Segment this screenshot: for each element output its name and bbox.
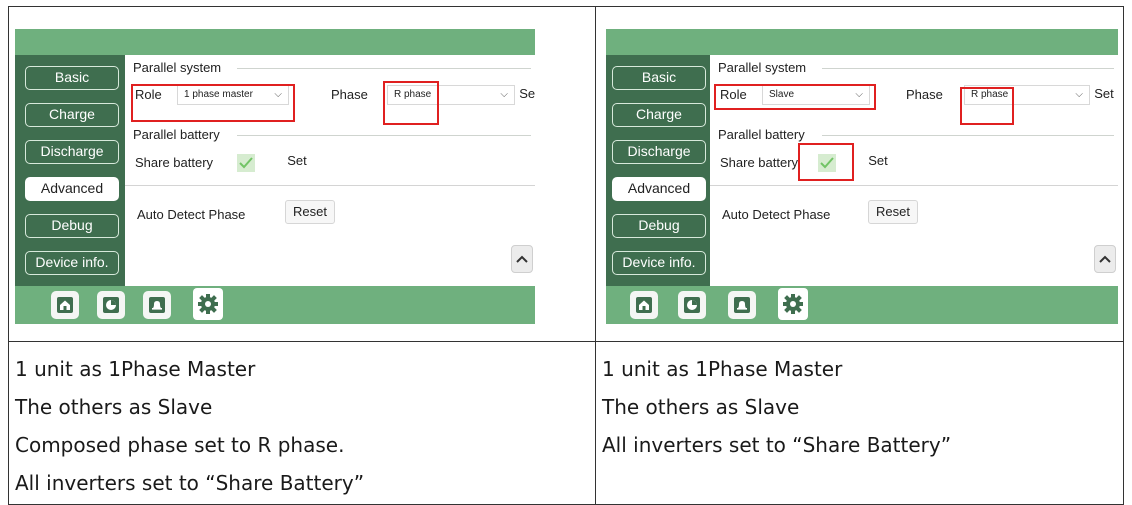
caption-line: 1 unit as 1Phase Master (15, 357, 256, 381)
left-caption-cell: 1 unit as 1Phase Master The others as Sl… (9, 342, 595, 505)
settings-content: Parallel system Role Slave ⌵ Phase R pha… (710, 55, 1118, 286)
right-caption-cell: 1 unit as 1Phase Master The others as Sl… (596, 342, 1125, 505)
sidebar-item-device-info[interactable]: Device info. (25, 251, 119, 275)
caption-list: 1 unit as 1Phase Master The others as Sl… (596, 342, 1125, 464)
settings-content: Parallel system Role 1 phase master ⌵ Ph… (125, 55, 535, 286)
phase-set-button[interactable]: Set (1092, 83, 1116, 107)
phase-set-button[interactable]: Set (517, 83, 535, 107)
share-battery-checkbox[interactable] (237, 154, 255, 172)
highlight-box (383, 81, 439, 125)
battery-set-button[interactable]: Set (860, 150, 896, 174)
sidebar-item-advanced[interactable]: Advanced (612, 177, 706, 201)
caption-list: 1 unit as 1Phase Master The others as Sl… (9, 342, 595, 502)
bottom-nav (606, 286, 1118, 324)
sidebar-item-charge[interactable]: Charge (25, 103, 119, 127)
left-screenshot-cell: Basic Charge Discharge Advanced Debug De… (9, 7, 595, 341)
chevron-up-icon (516, 255, 528, 263)
sidebar-item-device-info[interactable]: Device info. (612, 251, 706, 275)
sidebar: Basic Charge Discharge Advanced Debug De… (606, 55, 710, 286)
phase-label: Phase (906, 87, 943, 102)
home-icon[interactable] (51, 291, 79, 319)
bell-icon[interactable] (728, 291, 756, 319)
caption-line: All inverters set to “Share Battery” (15, 471, 365, 495)
device-screen-left: Basic Charge Discharge Advanced Debug De… (15, 29, 535, 324)
sidebar-item-basic[interactable]: Basic (612, 66, 706, 90)
gear-icon[interactable] (193, 288, 223, 320)
group-line (822, 135, 1114, 136)
scroll-up-button[interactable] (1094, 245, 1116, 273)
highlight-box (960, 87, 1014, 125)
chevron-down-icon: ⌵ (500, 89, 508, 100)
check-icon (239, 157, 253, 169)
group-line (237, 135, 531, 136)
share-battery-label: Share battery (720, 155, 799, 170)
sidebar-item-advanced[interactable]: Advanced (25, 177, 119, 201)
highlight-box (131, 84, 295, 122)
highlight-box (714, 84, 876, 110)
caption-line: Composed phase set to R phase. (15, 433, 345, 457)
top-bar (606, 29, 1118, 55)
auto-detect-label: Auto Detect Phase (137, 207, 246, 222)
divider (125, 185, 535, 186)
parallel-battery-title: Parallel battery (133, 127, 220, 142)
pie-chart-icon[interactable] (678, 291, 706, 319)
sidebar-item-debug[interactable]: Debug (25, 214, 119, 238)
chevron-up-icon (1099, 255, 1111, 263)
scroll-up-button[interactable] (511, 245, 533, 273)
bottom-nav (15, 286, 535, 324)
phase-label: Phase (331, 87, 368, 102)
reset-button[interactable]: Reset (285, 200, 335, 224)
sidebar-item-discharge[interactable]: Discharge (25, 140, 119, 164)
caption-line: 1 unit as 1Phase Master (602, 357, 843, 381)
sidebar-item-charge[interactable]: Charge (612, 103, 706, 127)
parallel-system-title: Parallel system (718, 60, 807, 75)
battery-set-button[interactable]: Set (279, 150, 315, 174)
sidebar-item-debug[interactable]: Debug (612, 214, 706, 238)
highlight-box (798, 143, 854, 181)
sidebar: Basic Charge Discharge Advanced Debug De… (15, 55, 125, 286)
sidebar-item-basic[interactable]: Basic (25, 66, 119, 90)
sidebar-item-discharge[interactable]: Discharge (612, 140, 706, 164)
parallel-battery-title: Parallel battery (718, 127, 805, 142)
caption-line: The others as Slave (602, 395, 800, 419)
auto-detect-label: Auto Detect Phase (722, 207, 831, 222)
parallel-system-title: Parallel system (133, 60, 222, 75)
group-line (822, 68, 1114, 69)
gear-icon[interactable] (778, 288, 808, 320)
caption-line: All inverters set to “Share Battery” (602, 433, 952, 457)
divider (710, 185, 1118, 186)
caption-line: The others as Slave (15, 395, 213, 419)
document-table: Basic Charge Discharge Advanced Debug De… (8, 6, 1124, 505)
chevron-down-icon: ⌵ (1075, 89, 1083, 100)
share-battery-label: Share battery (135, 155, 214, 170)
device-screen-right: Basic Charge Discharge Advanced Debug De… (606, 29, 1118, 324)
pie-chart-icon[interactable] (97, 291, 125, 319)
home-icon[interactable] (630, 291, 658, 319)
bell-icon[interactable] (143, 291, 171, 319)
right-screenshot-cell: Basic Charge Discharge Advanced Debug De… (596, 7, 1125, 341)
top-bar (15, 29, 535, 55)
reset-button[interactable]: Reset (868, 200, 918, 224)
group-line (237, 68, 531, 69)
